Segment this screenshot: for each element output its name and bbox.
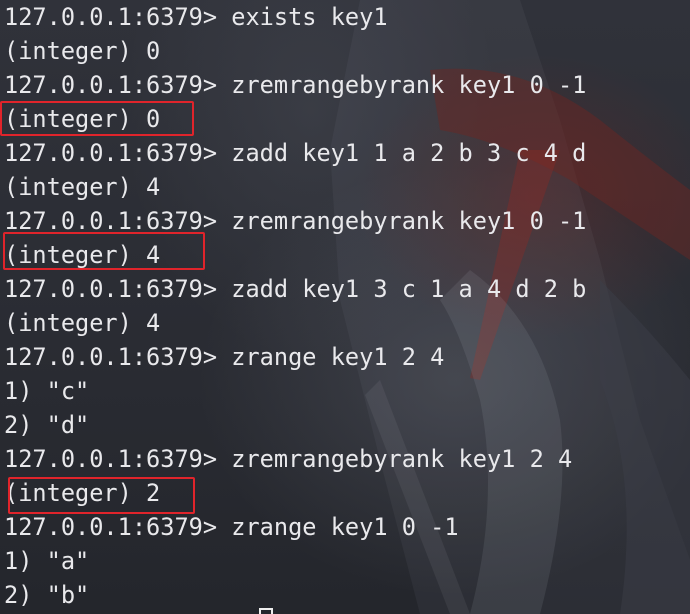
red-highlight-box bbox=[0, 101, 194, 136]
command-output: 2) "d" bbox=[4, 411, 90, 439]
command-line: 127.0.0.1:6379> zremrangebyrank key1 0 -… bbox=[4, 71, 587, 99]
command-output: 2) "b" bbox=[4, 581, 90, 609]
command-line: 127.0.0.1:6379> exists key1 bbox=[4, 3, 388, 31]
red-highlight-box bbox=[8, 477, 195, 514]
command-line: 127.0.0.1:6379> zremrangebyrank key1 2 4 bbox=[4, 445, 573, 473]
command-output: 1) "a" bbox=[4, 547, 90, 575]
command-line: 127.0.0.1:6379> zrange key1 0 -1 bbox=[4, 513, 459, 541]
red-highlight-box bbox=[3, 232, 205, 270]
command-output: (integer) 0 bbox=[4, 37, 161, 65]
command-output: 1) "c" bbox=[4, 377, 90, 405]
command-output: (integer) 4 bbox=[4, 173, 161, 201]
block-cursor-icon bbox=[259, 608, 273, 614]
terminal-window[interactable]: 127.0.0.1:6379> exists key1 (integer) 0 … bbox=[0, 0, 690, 614]
command-line: 127.0.0.1:6379> zadd key1 3 c 1 a 4 d 2 … bbox=[4, 275, 587, 303]
command-line: 127.0.0.1:6379> zadd key1 1 a 2 b 3 c 4 … bbox=[4, 139, 587, 167]
command-line: 127.0.0.1:6379> zrange key1 2 4 bbox=[4, 343, 445, 371]
command-output: (integer) 4 bbox=[4, 309, 161, 337]
terminal-output: 127.0.0.1:6379> exists key1 (integer) 0 … bbox=[4, 0, 586, 612]
